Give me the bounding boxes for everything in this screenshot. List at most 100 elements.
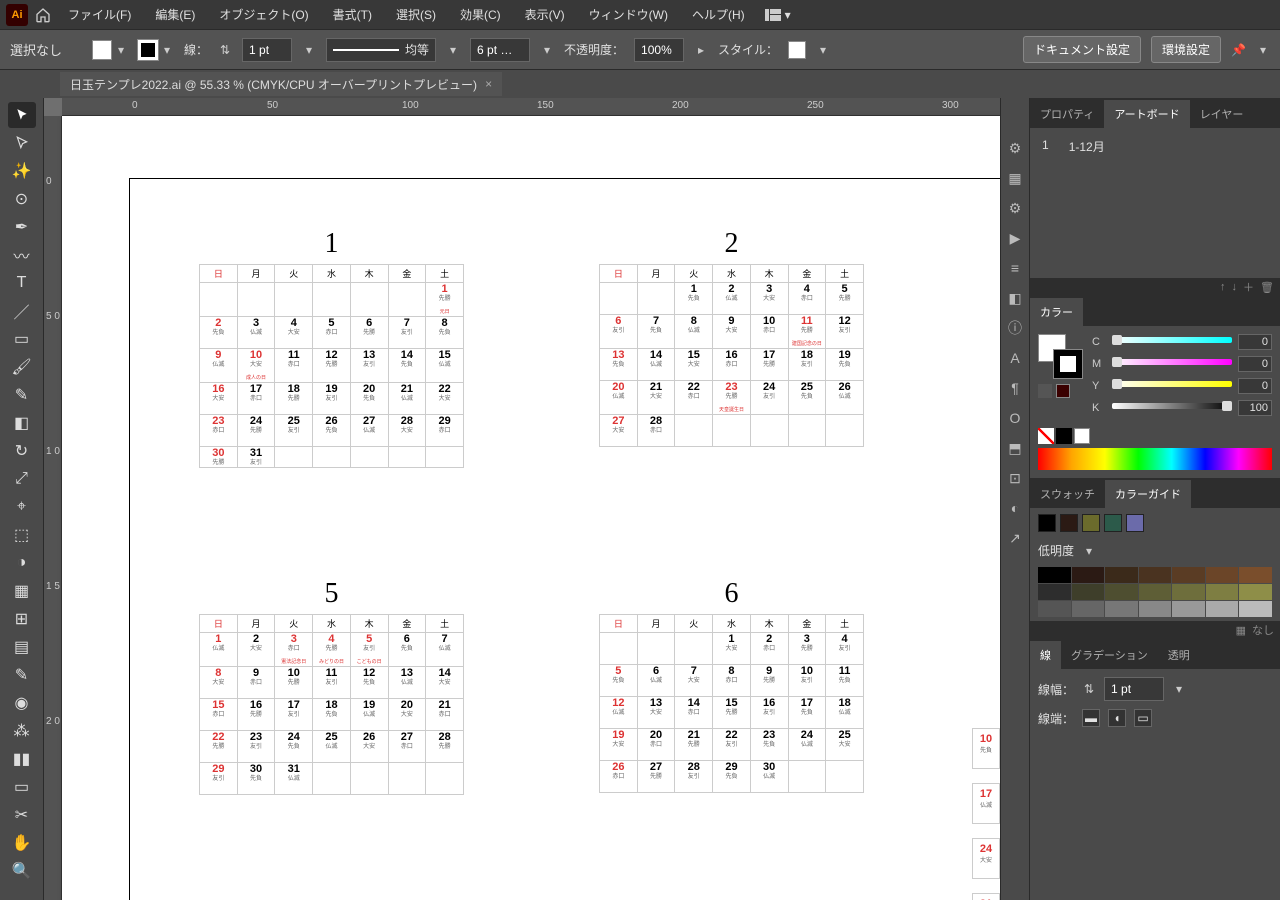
paragraph-icon[interactable]: ¶ (1005, 378, 1025, 398)
stroke-profile[interactable]: 均等 (326, 38, 436, 62)
shaper-tool[interactable]: ✎ (8, 382, 36, 408)
white-swatch[interactable] (1074, 428, 1090, 444)
color-spectrum[interactable] (1038, 448, 1272, 470)
appearance-icon[interactable]: ◐ (1005, 498, 1025, 518)
mesh-tool[interactable]: ⊞ (8, 606, 36, 632)
direct-selection-tool[interactable] (8, 130, 36, 156)
guide-color[interactable] (1239, 584, 1272, 600)
tab-color[interactable]: カラー (1030, 298, 1083, 326)
curvature-tool[interactable]: 〰 (8, 242, 36, 268)
magic-wand-tool[interactable]: ✨ (8, 158, 36, 184)
opentype-icon[interactable]: O (1005, 408, 1025, 428)
properties-icon[interactable]: ⚙ (1005, 138, 1025, 158)
paintbrush-tool[interactable]: 🖌 (8, 354, 36, 380)
cap-butt-icon[interactable]: ▬ (1082, 709, 1100, 727)
document-setup-button[interactable]: ドキュメント設定 (1023, 36, 1141, 63)
opacity-more-icon[interactable]: ▸ (694, 43, 708, 57)
eraser-tool[interactable]: ◧ (8, 410, 36, 436)
character-icon[interactable]: A (1005, 348, 1025, 368)
pin-icon[interactable]: 📌 (1231, 43, 1246, 57)
chevron-down-icon[interactable]: ▾ (540, 43, 554, 57)
chevron-down-icon[interactable]: ▾ (1256, 43, 1270, 57)
transform-icon[interactable]: ⊡ (1005, 468, 1025, 488)
tab-properties[interactable]: プロパティ (1030, 100, 1104, 128)
menu-file[interactable]: ファイル(F) (58, 2, 141, 27)
menu-effect[interactable]: 効果(C) (450, 2, 511, 27)
guide-color[interactable] (1072, 584, 1105, 600)
canvas[interactable]: 050100150200250300350400 05 01 01 52 0 1… (44, 98, 1000, 900)
delete-artboard-icon[interactable]: 🗑 (1260, 281, 1274, 294)
perspective-tool[interactable]: ▦ (8, 578, 36, 604)
guide-color[interactable] (1139, 584, 1172, 600)
cap-projecting-icon[interactable]: ▭ (1134, 709, 1152, 727)
workspace-switcher[interactable]: ▾ (759, 8, 797, 22)
preferences-button[interactable]: 環境設定 (1151, 36, 1221, 63)
hand-tool[interactable]: ✋ (8, 830, 36, 856)
grid-icon[interactable]: ▦ (1236, 624, 1246, 637)
lasso-tool[interactable]: ⊙ (8, 186, 36, 212)
chevron-down-icon[interactable]: ▾ (446, 43, 460, 57)
width-tool[interactable]: ⌖ (8, 494, 36, 520)
stroke-weight-input[interactable]: 1 pt (1104, 677, 1164, 701)
fill-swatch[interactable] (92, 40, 112, 60)
guide-color[interactable] (1105, 601, 1138, 617)
pen-tool[interactable]: ✒ (8, 214, 36, 240)
pathfinder-icon[interactable]: ◧ (1005, 288, 1025, 308)
opacity-field[interactable]: 100% (634, 38, 684, 62)
tab-transparency[interactable]: 透明 (1158, 641, 1200, 669)
blend-tool[interactable]: ◉ (8, 690, 36, 716)
reorder-up-icon[interactable]: ↑ (1220, 281, 1226, 293)
guide-color[interactable] (1038, 584, 1071, 600)
align-icon[interactable]: ≡ (1005, 258, 1025, 278)
menu-window[interactable]: ウィンドウ(W) (579, 2, 678, 27)
line-tool[interactable]: ／ (8, 298, 36, 324)
stroke-swatch[interactable] (138, 40, 158, 60)
guide-color[interactable] (1072, 567, 1105, 583)
magenta-slider[interactable] (1112, 359, 1232, 369)
cap-round-icon[interactable]: ◖ (1108, 709, 1126, 727)
stroke-dropdown-icon[interactable]: ▾ (160, 43, 174, 57)
libraries-icon[interactable]: ▦ (1005, 168, 1025, 188)
stroke-stepper-icon[interactable]: ⇅ (218, 43, 232, 57)
chevron-down-icon[interactable]: ▾ (816, 43, 830, 57)
artboard-tool[interactable]: ▭ (8, 774, 36, 800)
style-swatch[interactable] (788, 41, 806, 59)
swatch[interactable] (1104, 514, 1122, 532)
swatch[interactable] (1126, 514, 1144, 532)
slice-tool[interactable]: ✂ (8, 802, 36, 828)
yellow-value[interactable]: 0 (1238, 378, 1272, 394)
cyan-value[interactable]: 0 (1238, 334, 1272, 350)
swatch[interactable] (1038, 514, 1056, 532)
reorder-down-icon[interactable]: ↓ (1232, 281, 1238, 293)
info-icon[interactable]: ⓘ (1005, 318, 1025, 338)
tab-gradient[interactable]: グラデーション (1061, 641, 1158, 669)
tab-stroke[interactable]: 線 (1030, 641, 1061, 669)
column-graph-tool[interactable]: ▮▮ (8, 746, 36, 772)
cyan-slider[interactable] (1112, 337, 1232, 347)
guide-color[interactable] (1105, 584, 1138, 600)
shape-builder-tool[interactable]: ◑ (8, 550, 36, 576)
guide-color[interactable] (1239, 601, 1272, 617)
yellow-slider[interactable] (1112, 381, 1232, 391)
black-slider[interactable] (1112, 403, 1232, 413)
guide-color[interactable] (1172, 584, 1205, 600)
menu-view[interactable]: 表示(V) (515, 2, 575, 27)
home-icon[interactable] (32, 4, 54, 26)
free-transform-tool[interactable]: ⬚ (8, 522, 36, 548)
guide-color[interactable] (1139, 601, 1172, 617)
scale-tool[interactable]: ⤢ (8, 466, 36, 492)
menu-select[interactable]: 選択(S) (386, 2, 446, 27)
links-icon[interactable]: ⬒ (1005, 438, 1025, 458)
guide-color[interactable] (1038, 601, 1071, 617)
guide-color[interactable] (1239, 567, 1272, 583)
fill-stroke-indicator[interactable] (1038, 334, 1082, 378)
magenta-value[interactable]: 0 (1238, 356, 1272, 372)
close-tab-icon[interactable]: × (485, 77, 492, 91)
eyedropper-tool[interactable]: ✎ (8, 662, 36, 688)
new-artboard-icon[interactable]: ＋ (1243, 279, 1254, 295)
chevron-down-icon[interactable]: ▾ (1082, 544, 1096, 558)
guide-color[interactable] (1206, 584, 1239, 600)
document-tab[interactable]: 日玉テンプレ2022.ai @ 55.33 % (CMYK/CPU オーバープリ… (60, 72, 502, 96)
guide-color[interactable] (1072, 601, 1105, 617)
swatch[interactable] (1060, 514, 1078, 532)
